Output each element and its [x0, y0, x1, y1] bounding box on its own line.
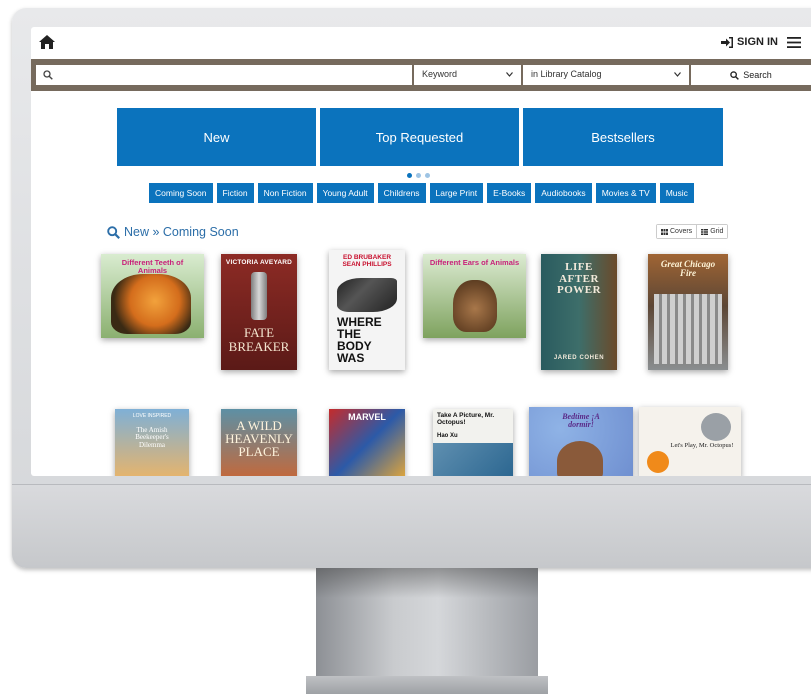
book-cover[interactable]: VICTORIA AVEYARD FATE BREAKER	[221, 254, 297, 370]
hamburger-menu-icon[interactable]	[787, 36, 801, 48]
sign-in-icon	[721, 36, 734, 48]
category-large-print[interactable]: Large Print	[429, 183, 484, 203]
search-icon	[43, 70, 53, 80]
monitor-chin	[12, 484, 811, 568]
tiger-illustration	[111, 274, 191, 334]
carousel-dots	[407, 173, 430, 178]
top-bar: SIGN IN	[31, 27, 811, 57]
rabbit-illustration	[453, 280, 497, 332]
book-author: VICTORIA AVEYARD	[225, 259, 293, 266]
search-button[interactable]: Search	[691, 65, 811, 85]
sign-in-label: SIGN IN	[737, 36, 778, 48]
category-audiobooks[interactable]: Audiobooks	[535, 183, 592, 203]
browser-screen: SIGN IN Keyword in Library Catalog Searc…	[31, 27, 811, 476]
list-icon	[701, 228, 709, 235]
search-scope-select[interactable]: in Library Catalog	[523, 65, 689, 85]
book-cover[interactable]: Take A Picture, Mr. Octopus! Hao Xu	[433, 409, 513, 476]
category-non-fiction[interactable]: Non Fiction	[257, 183, 313, 203]
carousel-dot[interactable]	[425, 173, 430, 178]
category-young-adult[interactable]: Young Adult	[316, 183, 374, 203]
book-title: FATE BREAKER	[228, 325, 290, 354]
book-author: ED BRUBAKER SEAN PHILLIPS	[342, 254, 392, 268]
grid-icon	[661, 228, 668, 235]
book-title: LIFE AFTER POWER	[556, 261, 602, 297]
figure-illustration	[337, 278, 397, 312]
book-cover[interactable]: Different Teeth of Animals	[101, 254, 204, 338]
view-toggle: Covers Grid	[656, 224, 729, 239]
section-heading: New » Coming Soon	[107, 225, 239, 239]
section-heading-text: New » Coming Soon	[124, 225, 239, 239]
category-e-books[interactable]: E-Books	[487, 183, 532, 203]
category-music[interactable]: Music	[659, 183, 694, 203]
monitor-foot	[306, 676, 548, 694]
featured-tiles: New Top Requested Bestsellers	[117, 108, 723, 166]
search-scope-value: in Library Catalog	[531, 69, 602, 79]
top-right-controls: SIGN IN	[721, 36, 801, 48]
book-title: Let's Play, Mr. Octopus!	[670, 442, 734, 449]
book-cover[interactable]: LIFE AFTER POWER JARED COHEN	[541, 254, 617, 370]
child-illustration	[557, 441, 603, 476]
sword-illustration	[251, 272, 267, 320]
home-icon[interactable]	[39, 35, 55, 49]
search-bar: Keyword in Library Catalog Search	[31, 59, 811, 91]
octopus-illustration	[701, 413, 731, 441]
book-title: Take A Picture, Mr. Octopus!	[437, 412, 495, 426]
view-covers-button[interactable]: Covers	[657, 225, 697, 238]
category-movies-tv[interactable]: Movies & TV	[595, 183, 656, 203]
view-grid-button[interactable]: Grid	[696, 225, 728, 238]
category-childrens[interactable]: Childrens	[377, 183, 426, 203]
book-cover[interactable]: Different Ears of Animals	[423, 254, 526, 338]
monitor-stand-shadow	[316, 568, 538, 598]
tile-top-requested[interactable]: Top Requested	[320, 108, 519, 166]
view-grid-label: Grid	[710, 228, 724, 235]
chevron-down-icon	[506, 72, 513, 77]
chevron-down-icon	[674, 72, 681, 77]
sign-in-button[interactable]: SIGN IN	[721, 36, 778, 48]
book-cover[interactable]: MARVEL	[329, 409, 405, 476]
book-author: LOVE INSPIRED	[132, 413, 172, 419]
book-cover[interactable]: A WILD HEAVENLY PLACE	[221, 409, 297, 476]
category-coming-soon[interactable]: Coming Soon	[149, 183, 213, 203]
book-cover[interactable]: ED BRUBAKER SEAN PHILLIPS WHERE THE BODY…	[329, 250, 405, 370]
book-title: Bedtime ¡A dormir!	[562, 412, 600, 430]
book-title: Different Ears of Animals	[429, 258, 520, 267]
search-icon	[107, 225, 120, 239]
book-cover[interactable]: Bedtime ¡A dormir!	[529, 407, 633, 476]
carousel-dot[interactable]	[407, 173, 412, 178]
category-buttons: Coming Soon Fiction Non Fiction Young Ad…	[149, 183, 694, 203]
search-button-label: Search	[743, 70, 772, 80]
book-title: Great Chicago Fire	[660, 259, 716, 279]
book-title: The Amish Beekeeper's Dilemma	[135, 426, 169, 449]
book-title: A WILD HEAVENLY PLACE	[225, 418, 293, 459]
search-input[interactable]	[36, 65, 412, 85]
building-illustration	[654, 294, 722, 364]
tile-bestsellers[interactable]: Bestsellers	[523, 108, 723, 166]
carousel-dot[interactable]	[416, 173, 421, 178]
book-cover[interactable]: Great Chicago Fire	[648, 254, 728, 370]
book-cover[interactable]: LOVE INSPIRED The Amish Beekeeper's Dile…	[115, 409, 189, 476]
book-author: Hao Xu	[437, 433, 458, 439]
book-author: JARED COHEN	[553, 355, 605, 361]
book-title: Different Teeth of Animals	[121, 258, 184, 275]
category-fiction[interactable]: Fiction	[216, 183, 254, 203]
book-cover[interactable]: Let's Play, Mr. Octopus!	[639, 407, 741, 476]
search-icon	[730, 70, 740, 80]
tile-new[interactable]: New	[117, 108, 316, 166]
lantern-illustration	[647, 451, 669, 473]
book-title: MARVEL	[348, 412, 386, 422]
view-covers-label: Covers	[670, 228, 693, 235]
search-type-select[interactable]: Keyword	[414, 65, 521, 85]
search-type-value: Keyword	[422, 69, 458, 79]
shapes-illustration	[433, 443, 513, 476]
book-title: WHERE THE BODY WAS	[337, 315, 382, 365]
